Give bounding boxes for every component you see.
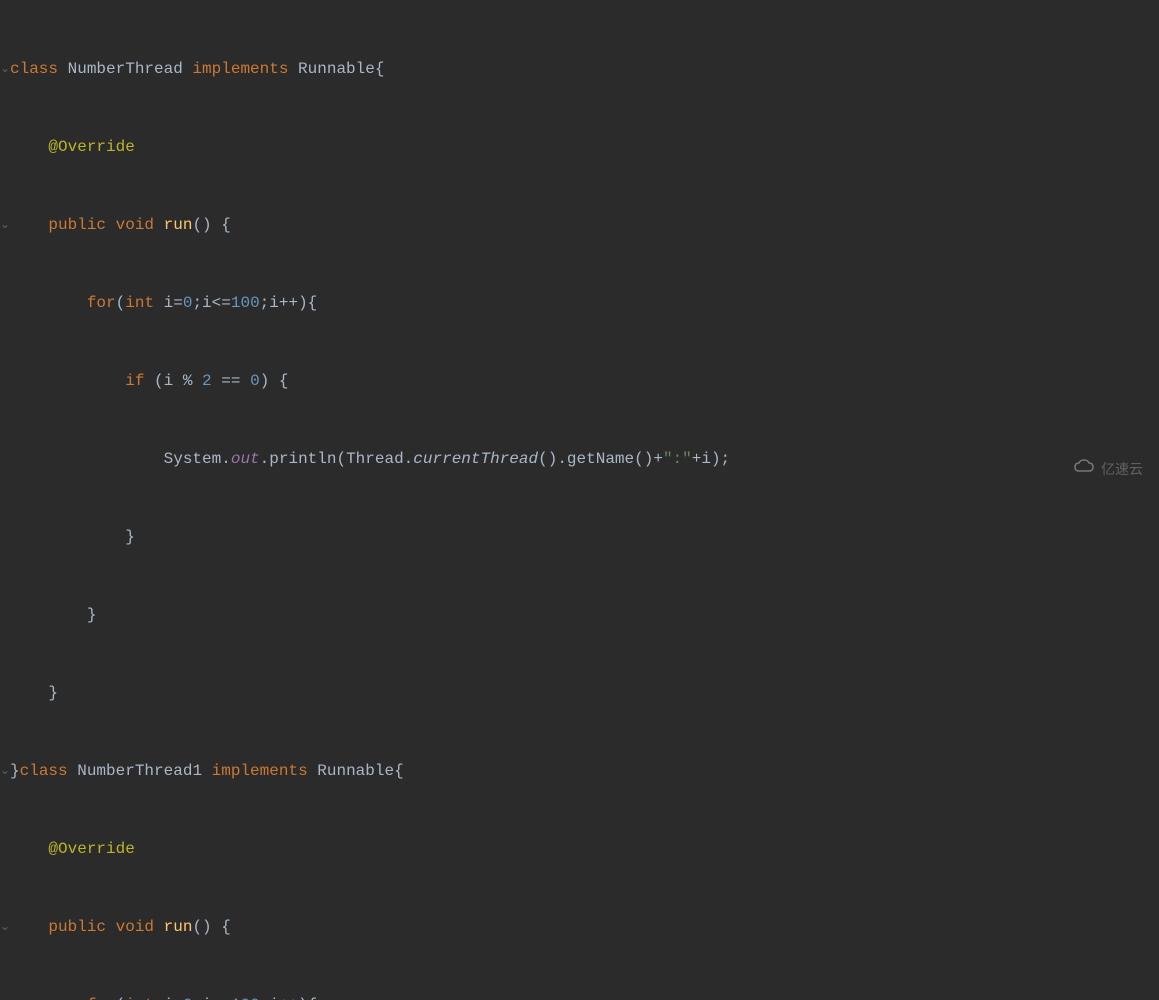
operator: == (221, 372, 240, 390)
number-literal: 100 (231, 996, 260, 1000)
number-literal: 2 (202, 372, 212, 390)
code-line[interactable]: System.out.println(Thread.currentThread(… (0, 446, 1159, 472)
code-line[interactable]: ⌄ public void run() { (0, 212, 1159, 238)
code-line[interactable]: for(int i=0;i<=100;i++){ (0, 992, 1159, 1000)
code-line[interactable]: } (0, 602, 1159, 628)
string-literal: ":" (663, 450, 692, 468)
gutter-fold-icon[interactable]: ⌄ (0, 56, 8, 82)
code-editor[interactable]: ⌄class NumberThread implements Runnable{… (0, 0, 1159, 1000)
gutter-fold-icon[interactable]: ⌄ (0, 914, 8, 940)
code-line[interactable]: for(int i=0;i<=100;i++){ (0, 290, 1159, 316)
watermark: 亿速云 (1073, 458, 1143, 484)
annotation: @Override (48, 840, 134, 858)
method-name: run (164, 918, 193, 936)
code-line[interactable]: } (0, 524, 1159, 550)
gutter-fold-icon[interactable]: ⌄ (0, 758, 8, 784)
number-literal: 0 (250, 372, 260, 390)
code-line[interactable]: @Override (0, 134, 1159, 160)
watermark-text: 亿速云 (1101, 458, 1143, 484)
gutter-fold-icon[interactable]: ⌄ (0, 212, 8, 238)
method-name: run (164, 216, 193, 234)
number-literal: 100 (231, 294, 260, 312)
static-method: currentThread (413, 450, 538, 468)
number-literal: 0 (183, 294, 193, 312)
code-line[interactable]: ⌄class NumberThread implements Runnable{ (0, 56, 1159, 82)
cloud-icon (1073, 458, 1097, 484)
annotation: @Override (48, 138, 134, 156)
code-line[interactable]: ⌄}class NumberThread1 implements Runnabl… (0, 758, 1159, 784)
code-line[interactable]: ⌄ public void run() { (0, 914, 1159, 940)
code-line[interactable]: if (i % 2 == 0) { (0, 368, 1159, 394)
code-line[interactable]: } (0, 680, 1159, 706)
static-field: out (231, 450, 260, 468)
code-line[interactable]: @Override (0, 836, 1159, 862)
number-literal: 0 (183, 996, 193, 1000)
